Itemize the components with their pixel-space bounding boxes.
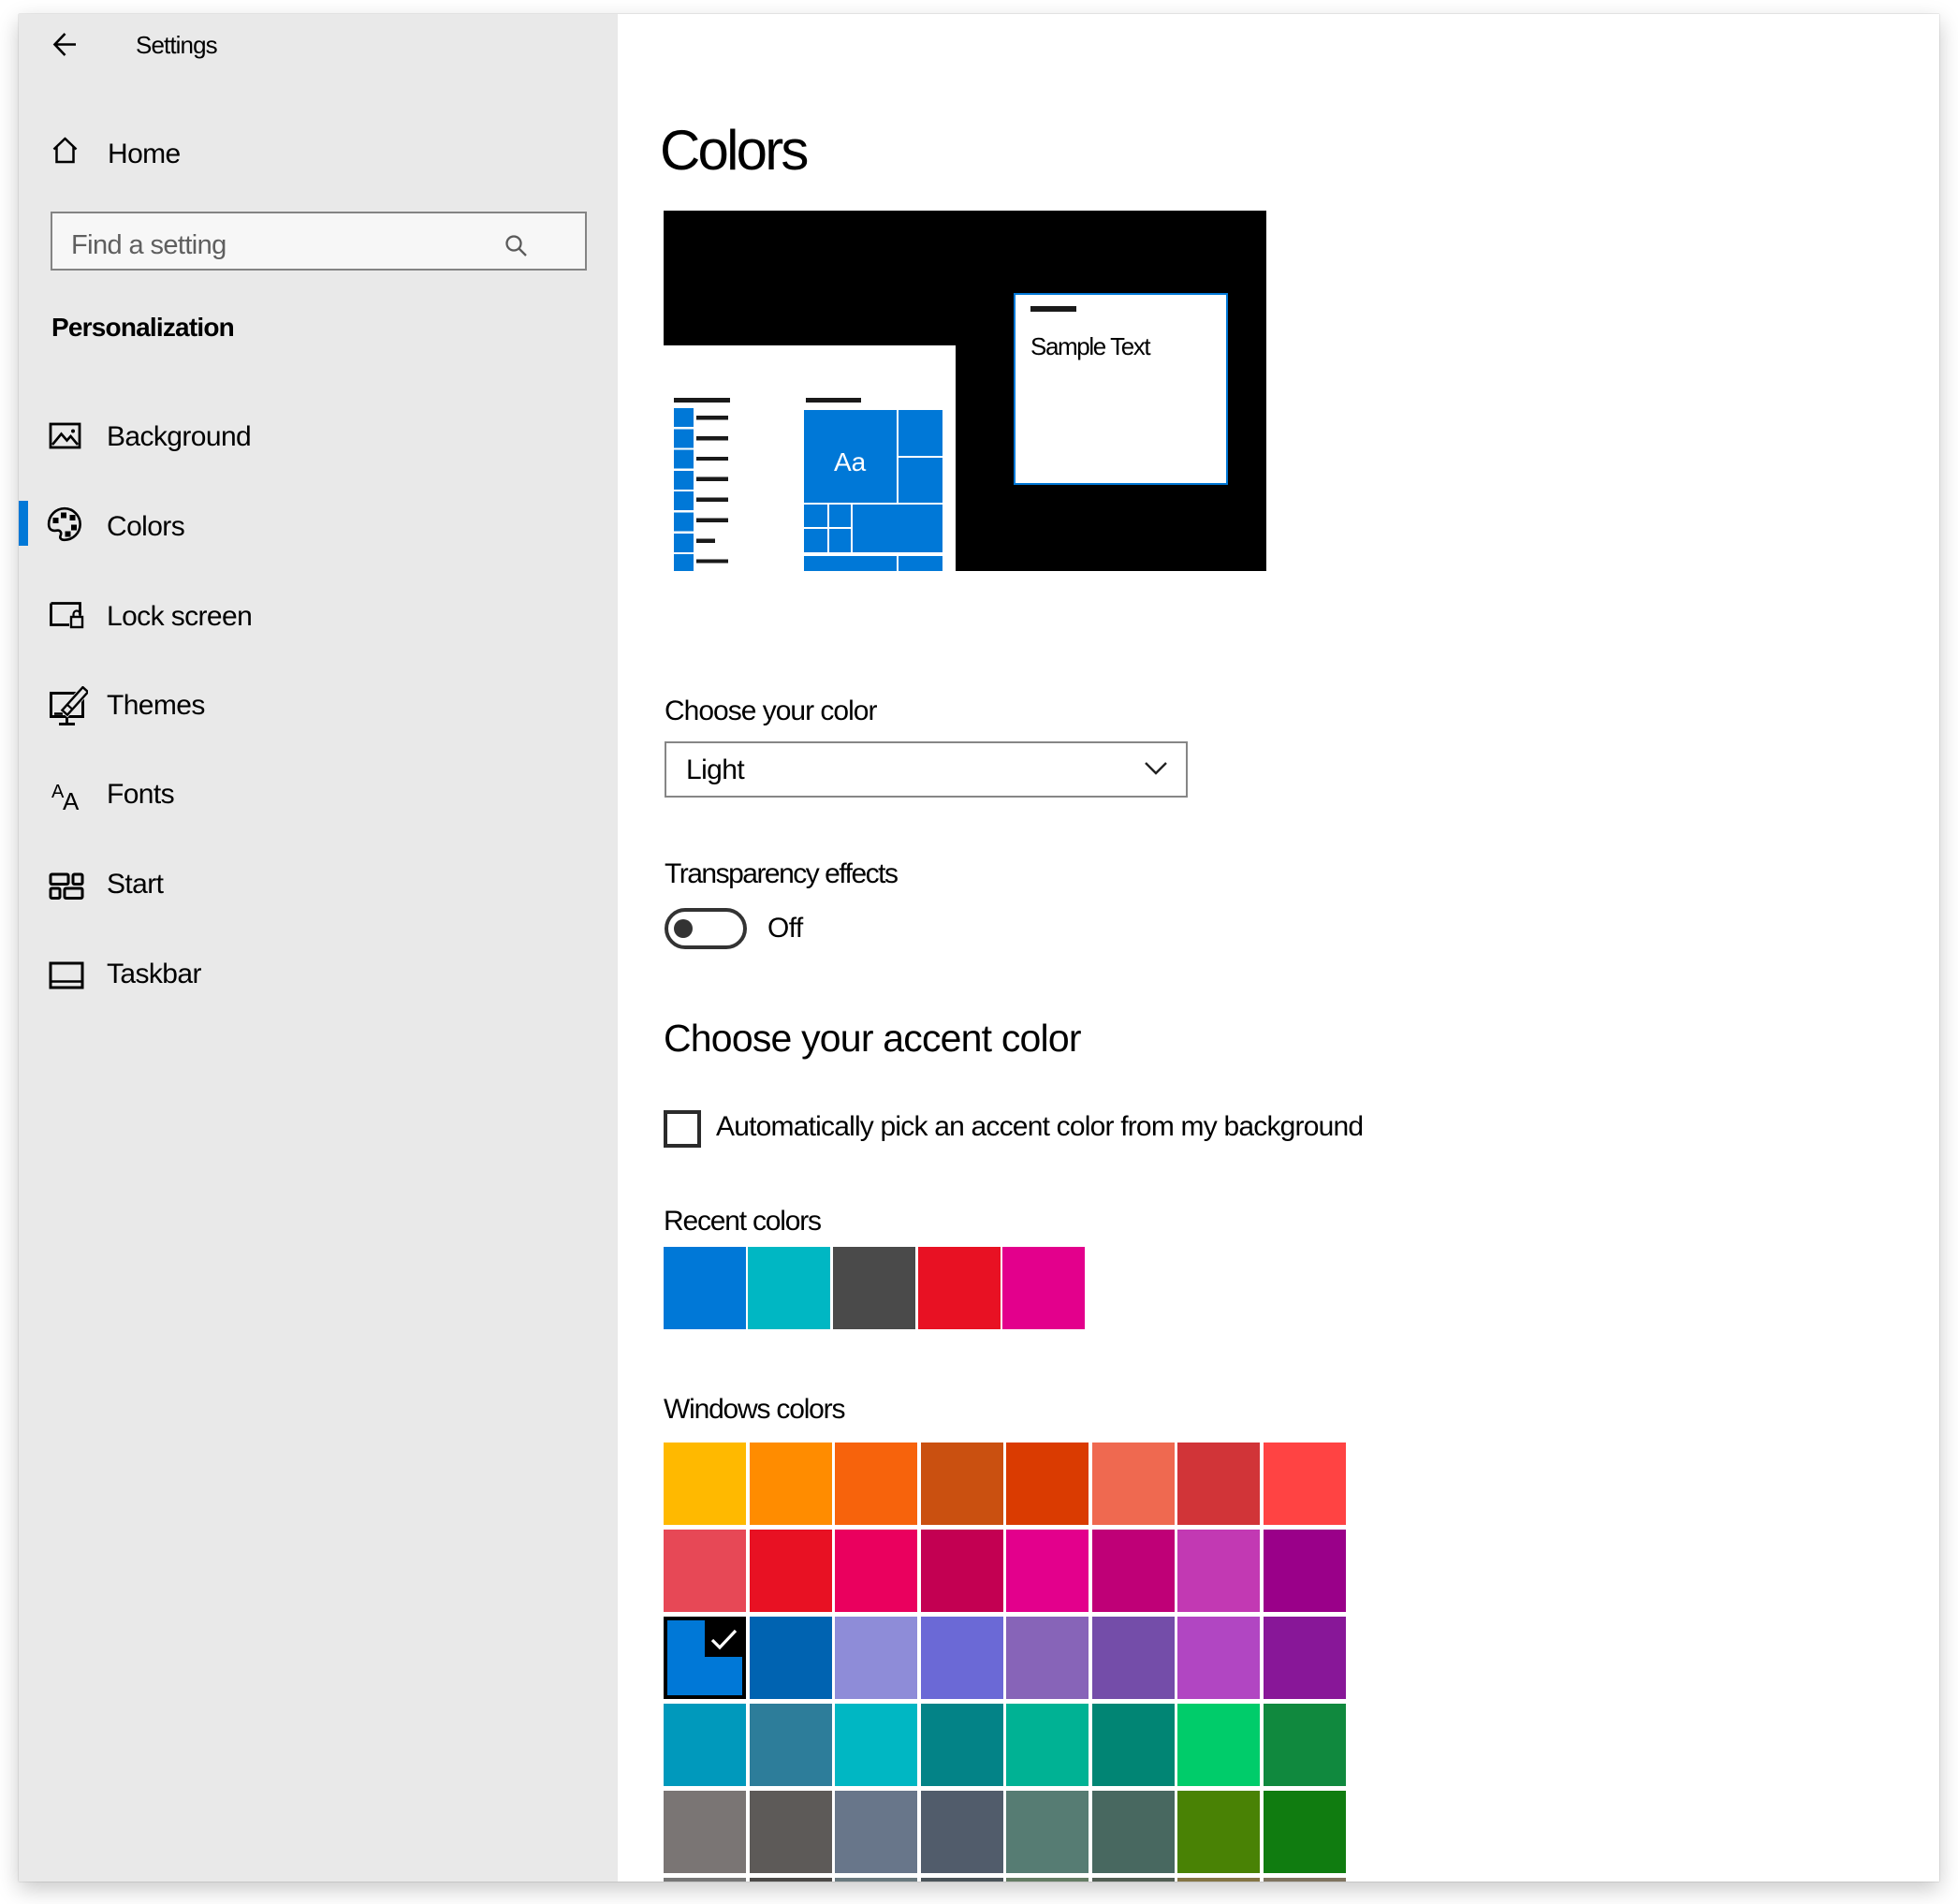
svg-text:A: A xyxy=(63,787,80,813)
